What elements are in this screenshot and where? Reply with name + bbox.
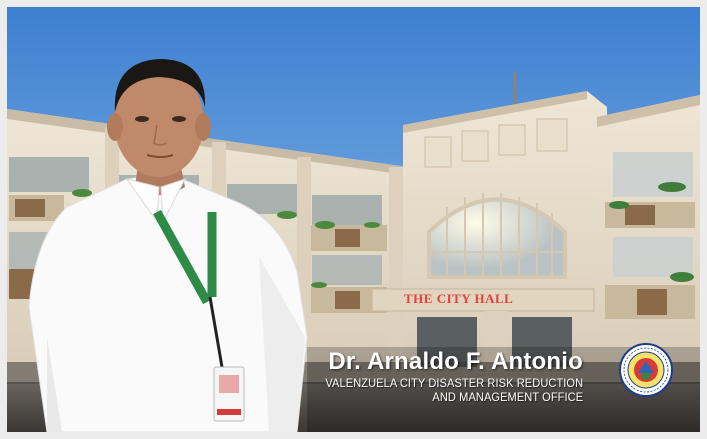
person-name: Dr. Arnaldo F. Antonio: [328, 348, 583, 375]
portrait-person: [28, 59, 308, 432]
office-line-1: VALENZUELA CITY DISASTER RISK REDUCTION: [325, 376, 583, 390]
caption-block: Dr. Arnaldo F. Antonio VALENZUELA CITY D…: [303, 348, 583, 404]
photo-frame: THE CITY HALL Dr. Arnaldo F. Antonio VAL…: [0, 0, 707, 439]
city-hall-sign: THE CITY HALL: [404, 291, 514, 306]
right-wing: [597, 95, 700, 382]
office-line-2: AND MANAGEMENT OFFICE: [432, 390, 583, 404]
central-tower: [371, 72, 607, 382]
valenzuela-city-seal-icon: [619, 343, 673, 397]
